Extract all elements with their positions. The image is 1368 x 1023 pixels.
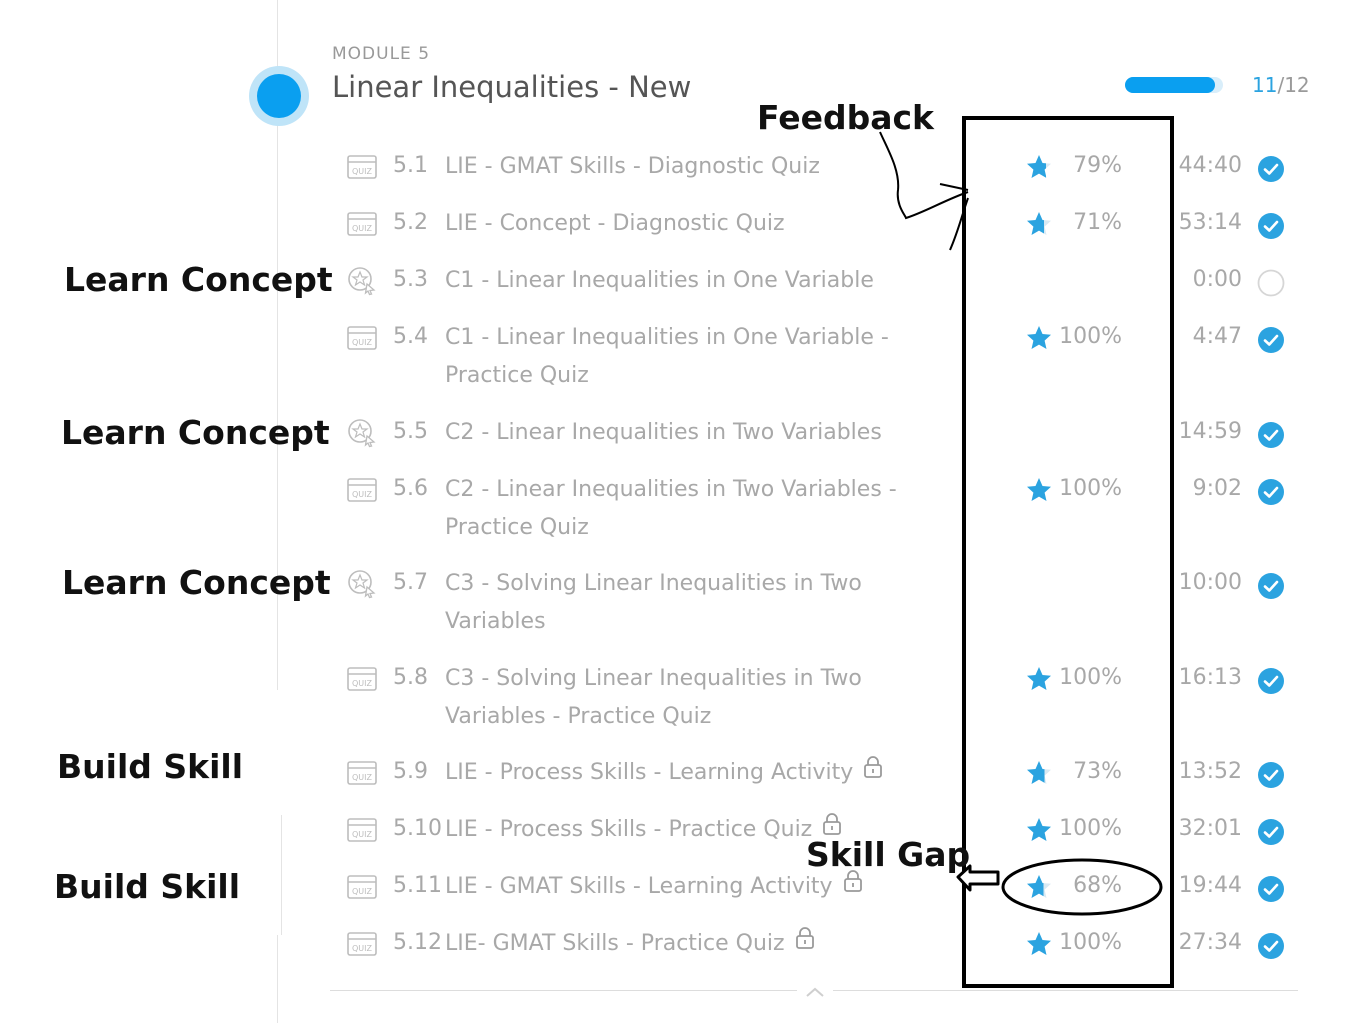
build-skill-annotation: Build Skill (54, 867, 241, 906)
feedback-annotation: Feedback (757, 98, 934, 137)
learn-concept-annotation: Learn Concept (61, 413, 330, 452)
collapse-button[interactable] (797, 978, 833, 1002)
skill-gap-annotation: Skill Gap (806, 835, 971, 874)
skill-gap-ellipse (1001, 858, 1163, 916)
build-skill-annotation: Build Skill (57, 747, 244, 786)
learn-concept-annotation: Learn Concept (64, 260, 333, 299)
feedback-column-box (962, 116, 1174, 988)
feedback-arrow (879, 131, 969, 251)
chevron-up-icon (806, 987, 824, 997)
learn-concept-annotation: Learn Concept (62, 563, 331, 602)
